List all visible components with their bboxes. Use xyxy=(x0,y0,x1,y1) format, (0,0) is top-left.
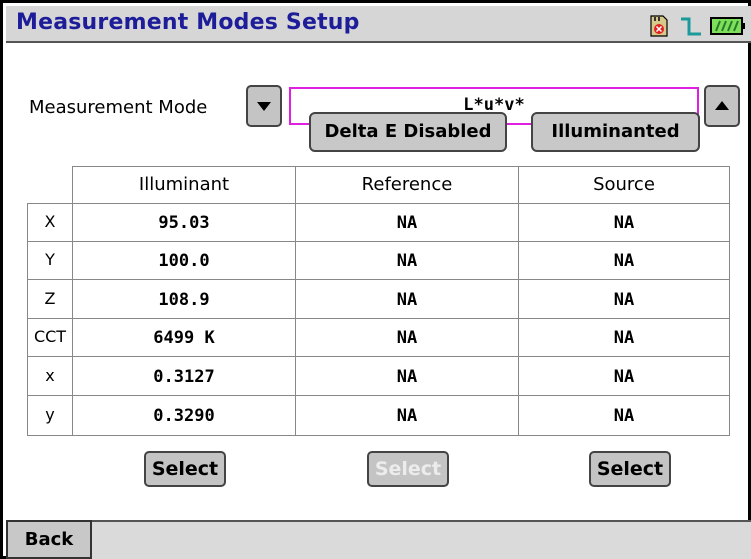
column-header-illuminant: Illuminant xyxy=(138,174,230,195)
illuminated-button[interactable]: Illuminanted xyxy=(531,112,700,152)
sd-card-icon xyxy=(650,15,668,37)
delta-e-button[interactable]: Delta E Disabled xyxy=(309,112,507,152)
table-cell: NA xyxy=(396,251,418,271)
select-illuminant-button[interactable]: Select xyxy=(144,451,226,487)
footer-bar xyxy=(6,520,751,559)
row-label-cct: CCT xyxy=(33,327,67,346)
table-cell: 6499 K xyxy=(153,328,215,348)
title-bar: Measurement Modes Setup xyxy=(6,6,751,43)
column-header-source: Source xyxy=(593,174,655,195)
trigger-signal-icon xyxy=(681,17,701,36)
mode-up-button[interactable] xyxy=(704,85,740,127)
table-cell: NA xyxy=(396,367,418,387)
table-cell: NA xyxy=(396,213,418,233)
table-cell: NA xyxy=(613,406,635,426)
app-window: Measurement Modes Setup Measurement Mode… xyxy=(0,0,751,559)
column-header-reference: Reference xyxy=(361,174,453,195)
row-label-x-upper: X xyxy=(44,212,56,231)
table-cell: 0.3290 xyxy=(153,406,215,426)
table-cell: NA xyxy=(613,367,635,387)
table-cell: NA xyxy=(396,406,418,426)
table-cell: NA xyxy=(613,251,635,271)
measurement-mode-label: Measurement Mode xyxy=(29,97,208,118)
page-title: Measurement Modes Setup xyxy=(16,10,360,35)
row-label-z: Z xyxy=(44,289,56,308)
table-cell: NA xyxy=(396,328,418,348)
battery-icon xyxy=(710,17,745,35)
table-cell: 100.0 xyxy=(158,251,210,271)
row-label-y-lower: y xyxy=(45,405,55,424)
mode-down-button[interactable] xyxy=(246,85,282,127)
table-cell: 0.3127 xyxy=(153,367,215,387)
table-cell: 95.03 xyxy=(158,213,210,233)
row-label-y-upper: Y xyxy=(45,250,55,269)
select-source-button[interactable]: Select xyxy=(589,451,671,487)
table-cell: NA xyxy=(613,290,635,310)
triangle-down-icon xyxy=(257,102,271,111)
table-cell: NA xyxy=(613,213,635,233)
table-cell: NA xyxy=(613,328,635,348)
triangle-up-icon xyxy=(715,101,729,110)
table-cell: 108.9 xyxy=(158,290,210,310)
back-button[interactable]: Back xyxy=(6,520,92,559)
row-label-x-lower: x xyxy=(45,366,55,385)
table-cell: NA xyxy=(396,290,418,310)
measurement-table: Illuminant Reference Source X Y Z CCT x … xyxy=(27,166,730,436)
select-reference-button: Select xyxy=(367,451,449,487)
